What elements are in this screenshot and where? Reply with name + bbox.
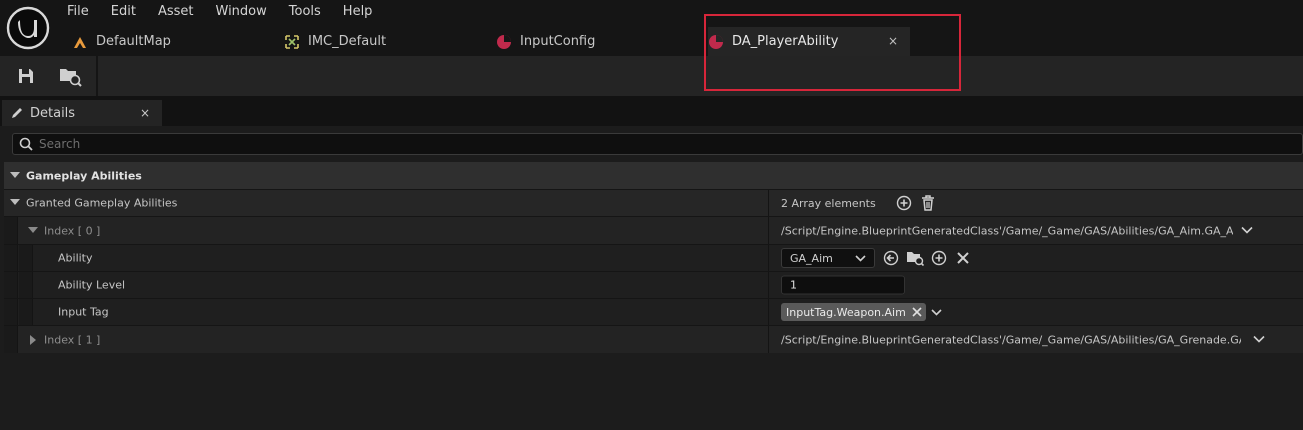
tab-label: IMC_Default [308,34,387,49]
array-value: 2 Array elements [781,193,938,213]
search-icon [19,137,33,151]
remove-tag-icon[interactable] [912,307,922,317]
column-splitter[interactable] [768,299,769,325]
column-splitter[interactable] [768,272,769,298]
tag-text: InputTag.Weapon.Aim [786,305,906,319]
trash-icon[interactable] [918,193,938,213]
input-tag-label: Input Tag [58,305,109,319]
search-input[interactable] [39,137,1239,151]
indent-guide [4,326,18,353]
save-icon[interactable] [13,64,39,88]
data-asset-icon [496,34,512,50]
tab-label: DefaultMap [96,34,171,49]
chevron-down-icon[interactable] [1253,335,1265,344]
title-bar: File Edit Asset Window Tools Help Defaul… [0,0,1303,56]
chevron-down-icon[interactable] [1241,226,1253,235]
ability-selected: GA_Aim [790,251,833,265]
indent-guide [4,217,18,244]
ability-class-combo[interactable]: GA_Aim [781,248,875,268]
browse-icon[interactable] [905,248,925,268]
index-label: Index [ 1 ] [44,333,101,346]
indent-guide [19,299,33,325]
data-asset-icon [708,34,724,50]
details-tab-label: Details [30,105,76,121]
index-1-value: /Script/Engine.BlueprintGeneratedClass'/… [781,333,1265,346]
column-splitter[interactable] [768,326,769,353]
tab-label: InputConfig [520,34,596,49]
ability-level-value: 1 [781,275,905,295]
tab-imc-default[interactable]: IMC_Default [284,27,484,56]
menu-tools[interactable]: Tools [278,0,332,24]
ability-row: Ability GA_Aim [4,244,1303,271]
pencil-icon [10,106,24,120]
chevron-down-icon [855,254,866,262]
column-splitter[interactable] [768,217,769,244]
index-label: Index [ 0 ] [44,224,101,237]
tab-da-playerability[interactable]: DA_PlayerAbility × [708,27,910,56]
menu-asset[interactable]: Asset [147,0,205,24]
indent-guide [4,245,18,271]
menu-window[interactable]: Window [205,0,278,24]
indent-guide [19,245,33,271]
tab-label: DA_PlayerAbility [732,34,839,49]
index-0-value: /Script/Engine.BlueprintGeneratedClass'/… [781,224,1253,237]
column-splitter[interactable] [768,190,769,216]
granted-abilities-row[interactable]: Granted Gameplay Abilities 2 Array eleme… [4,189,1303,216]
main-menu: File Edit Asset Window Tools Help [56,0,383,24]
unreal-logo-icon[interactable] [6,6,50,50]
chevron-right-icon[interactable] [30,335,37,345]
add-icon[interactable] [929,248,949,268]
ability-level-label: Ability Level [58,278,126,292]
array-index-0-row[interactable]: Index [ 0 ] /Script/Engine.BlueprintGene… [4,216,1303,244]
menu-file[interactable]: File [56,0,100,24]
input-mapping-context-icon [284,34,300,50]
class-path: /Script/Engine.BlueprintGeneratedClass'/… [781,333,1241,346]
ability-level-row: Ability Level 1 [4,271,1303,298]
indent-guide [4,272,18,298]
category-label: Gameplay Abilities [26,169,142,182]
menu-help[interactable]: Help [332,0,384,24]
indent-guide [19,272,33,298]
chevron-down-icon[interactable] [931,308,942,316]
chevron-down-icon[interactable] [28,227,38,234]
array-count: 2 Array elements [781,196,876,210]
add-element-icon[interactable] [894,193,914,213]
use-selected-icon[interactable] [881,248,901,268]
panel-tab-strip: Details × [0,96,1303,126]
class-path: /Script/Engine.BlueprintGeneratedClass'/… [781,224,1233,237]
ability-level-input[interactable]: 1 [781,275,905,295]
menu-edit[interactable]: Edit [100,0,147,24]
details-panel: Details × Gameplay Abilities Granted Gam… [0,96,1303,430]
tab-details[interactable]: Details × [2,100,162,126]
array-index-1-row[interactable]: Index [ 1 ] /Script/Engine.BlueprintGene… [4,325,1303,353]
indent-guide [4,299,18,325]
ability-label: Ability [58,251,93,265]
search-bar [12,133,1303,155]
gameplay-tag-chip[interactable]: InputTag.Weapon.Aim [781,303,926,321]
clear-icon[interactable] [953,248,973,268]
asset-toolbar [0,56,1303,96]
array-label: Granted Gameplay Abilities [26,196,178,210]
chevron-down-icon [10,172,20,179]
tab-defaultmap[interactable]: DefaultMap [72,27,272,56]
ability-value: GA_Aim [781,248,973,268]
input-tag-value: InputTag.Weapon.Aim [781,303,942,321]
close-icon[interactable]: × [140,106,150,120]
column-splitter[interactable] [768,245,769,271]
level-icon [72,34,88,50]
input-tag-row: Input Tag InputTag.Weapon.Aim [4,298,1303,325]
close-icon[interactable]: × [888,34,898,48]
chevron-down-icon[interactable] [10,199,20,206]
browse-to-asset-icon[interactable] [57,64,83,88]
category-gameplay-abilities[interactable]: Gameplay Abilities [4,162,1303,189]
toolbar-divider [96,56,98,96]
tab-inputconfig[interactable]: InputConfig [496,27,696,56]
